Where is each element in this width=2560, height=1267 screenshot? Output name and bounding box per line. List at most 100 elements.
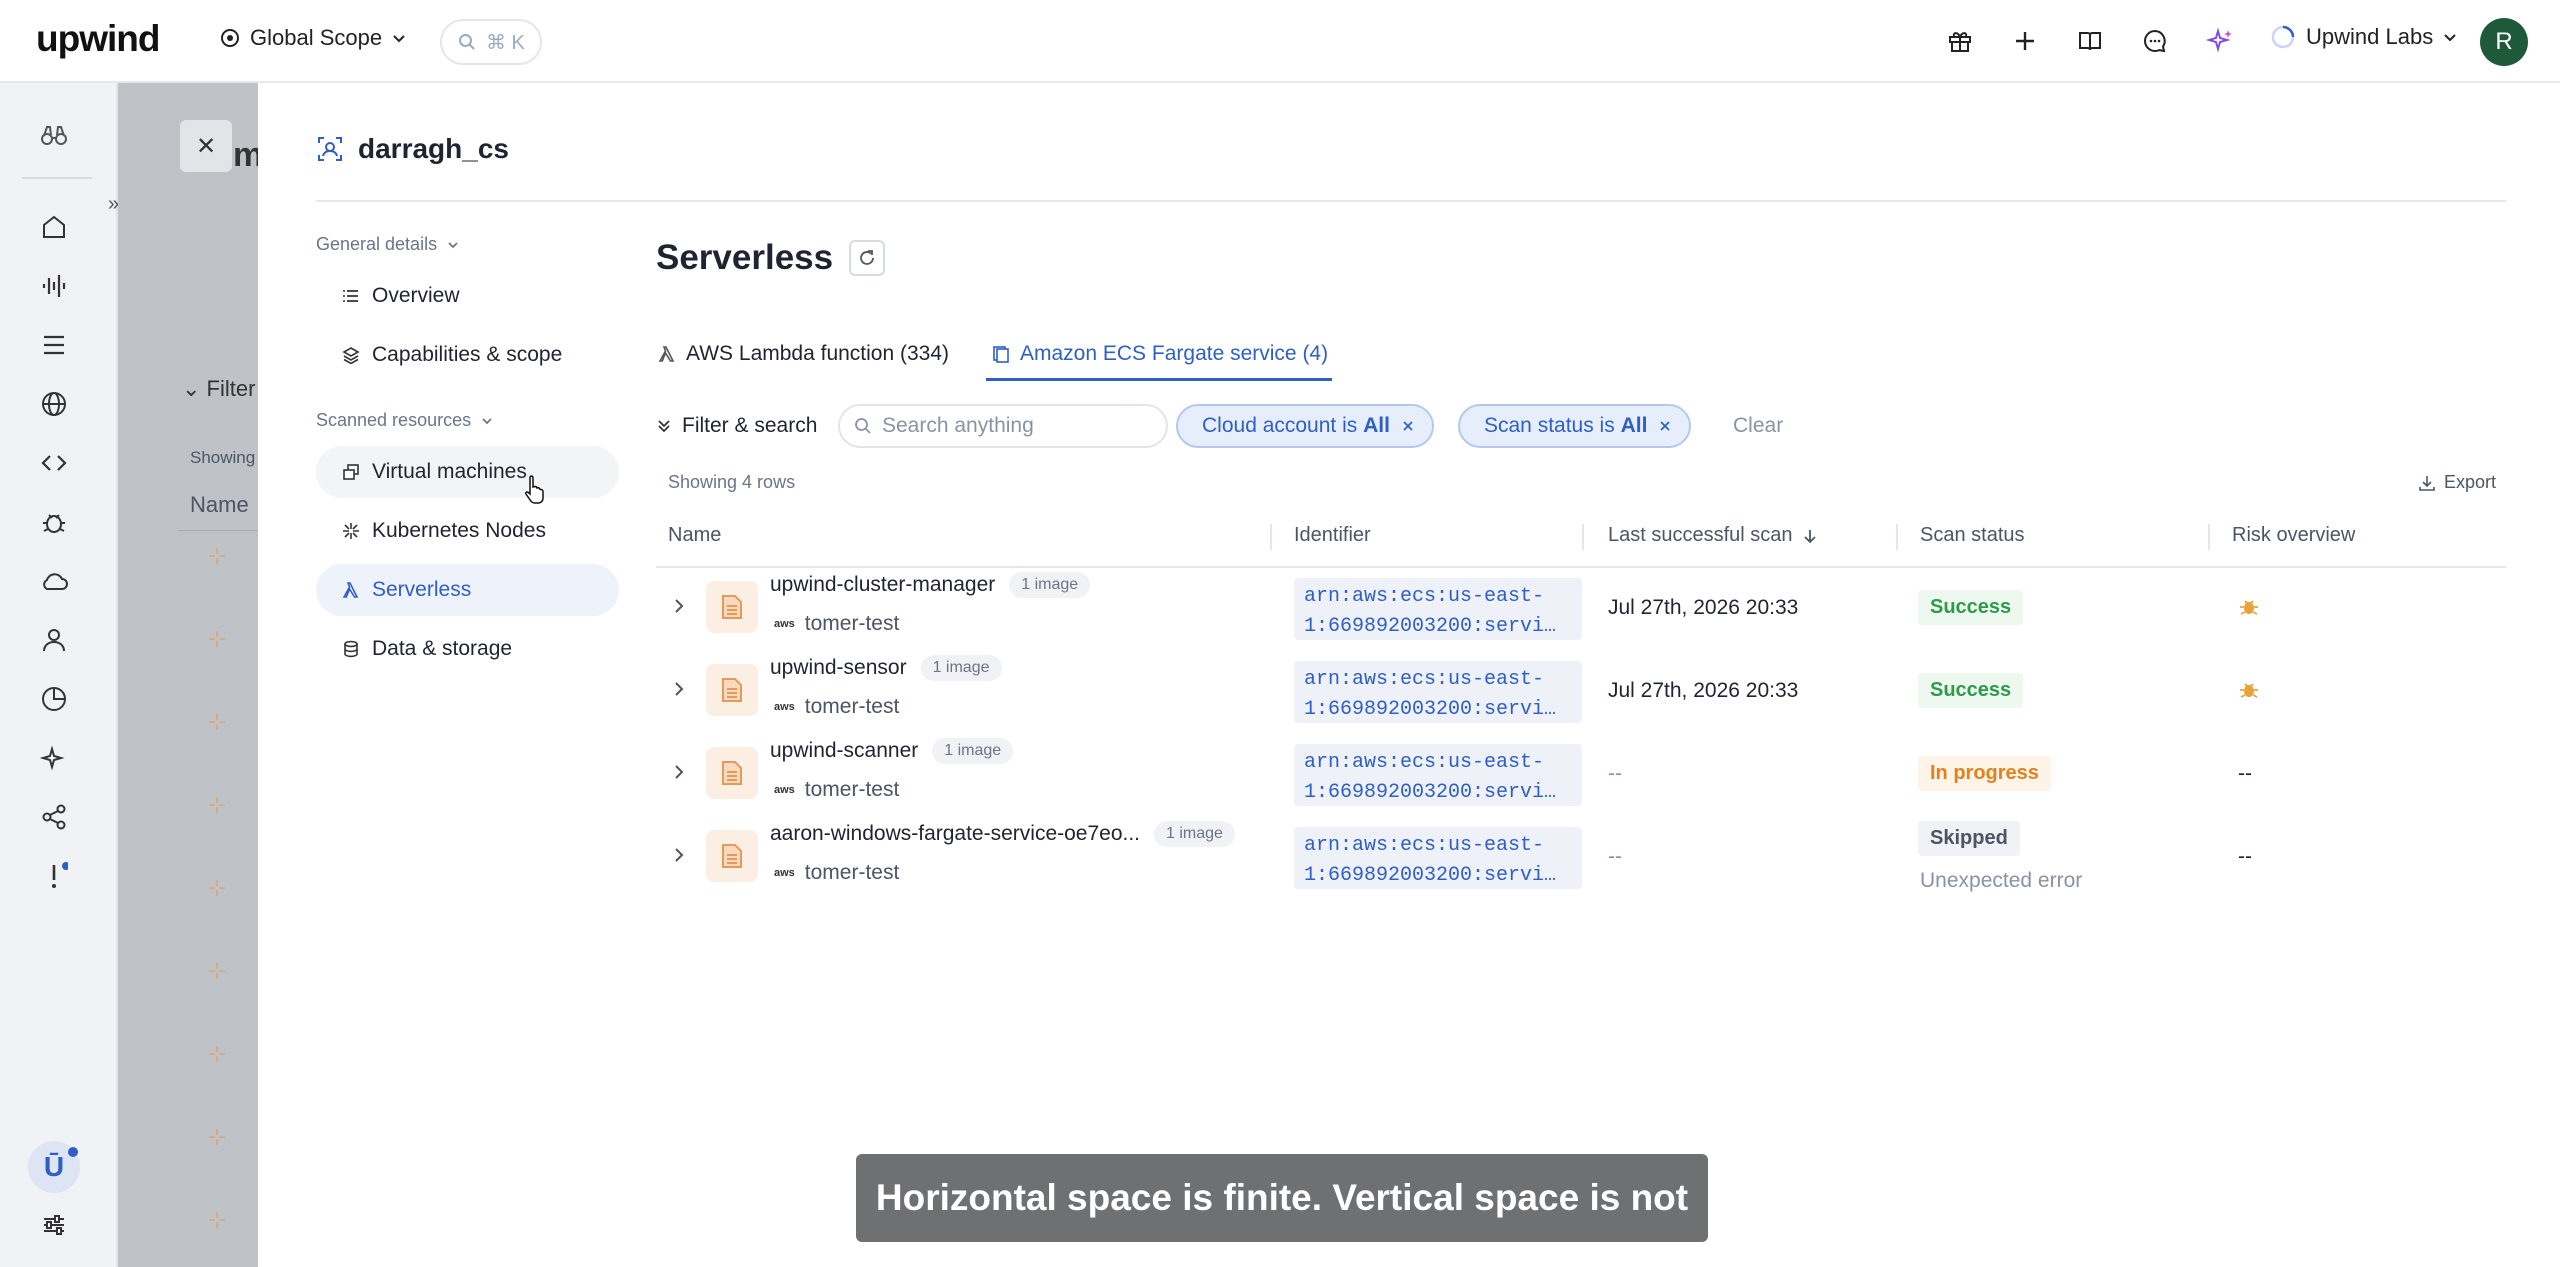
bug-icon[interactable] — [34, 502, 74, 542]
service-name[interactable]: upwind-scanner 1 image — [770, 738, 1014, 764]
background-name-column: Name — [190, 492, 249, 517]
status-badge: Skipped — [1918, 821, 2020, 856]
sort-arrow-down-icon — [1803, 528, 1817, 544]
column-header-label: Last successful scan — [1608, 524, 1793, 546]
column-separator[interactable] — [1582, 524, 1584, 550]
filter-chip-cloud-account[interactable]: Cloud account is All — [1176, 404, 1434, 448]
identifier-cell[interactable]: arn:aws:ecs:us-east- 1:669892003200:servi… — [1294, 578, 1582, 640]
remove-chip-icon[interactable] — [1402, 420, 1414, 432]
chat-icon[interactable] — [2138, 24, 2172, 58]
plus-icon[interactable] — [2008, 24, 2042, 58]
identifier-cell[interactable]: arn:aws:ecs:us-east- 1:669892003200:servi… — [1294, 661, 1582, 723]
cluster-icon: ⊹ — [207, 543, 227, 568]
code-icon[interactable] — [34, 443, 74, 483]
org-selector[interactable]: Upwind Labs — [2270, 24, 2457, 50]
column-separator[interactable] — [1896, 524, 1898, 550]
cloud-icon[interactable] — [34, 561, 74, 601]
refresh-button[interactable] — [849, 240, 886, 276]
identifier-line: 1:669892003200:servi… — [1304, 615, 1557, 638]
pie-chart-icon[interactable] — [34, 679, 74, 719]
fargate-service-icon — [706, 664, 758, 716]
nav-item-virtual-machines[interactable]: Virtual machines — [316, 446, 619, 498]
remove-chip-icon[interactable] — [1659, 420, 1671, 432]
tab-aws-lambda[interactable]: AWS Lambda function (334) — [658, 330, 949, 378]
user-icon[interactable] — [34, 620, 74, 660]
column-separator[interactable] — [2208, 524, 2210, 550]
expand-row-chevron-icon[interactable] — [672, 762, 686, 782]
download-icon — [2418, 474, 2436, 492]
table-row[interactable]: upwind-cluster-manager 1 image aws tomer-t… — [656, 568, 2506, 651]
column-header-scan-status[interactable]: Scan status — [1920, 524, 2025, 547]
expand-row-chevron-icon[interactable] — [672, 679, 686, 699]
refresh-icon — [858, 249, 876, 267]
filter-chip-scan-status[interactable]: Scan status is All — [1458, 404, 1692, 448]
table-row[interactable]: aaron-windows-fargate-service-oe7eo... 1 … — [656, 817, 2506, 900]
risk-bug-icon[interactable] — [2238, 596, 2260, 618]
column-header-name[interactable]: Name — [668, 524, 721, 547]
search-input[interactable]: Search anything — [838, 404, 1168, 448]
column-separator[interactable] — [1270, 524, 1272, 550]
binoculars-icon[interactable] — [34, 115, 74, 155]
cluster-icon: ⊹ — [207, 709, 227, 734]
table-header: Name Identifier Last successful scan Sca… — [656, 512, 2506, 568]
status-badge: Success — [1918, 673, 2024, 708]
nav-section-scanned[interactable]: Scanned resources — [316, 410, 493, 431]
table-row[interactable]: upwind-scanner 1 image aws tomer-test arn:… — [656, 734, 2506, 817]
scope-selector[interactable]: Global Scope — [220, 25, 406, 51]
clear-filters-button[interactable]: Clear — [1733, 414, 1783, 438]
column-header-identifier[interactable]: Identifier — [1294, 524, 1371, 547]
risk-overview-value: -- — [2238, 762, 2252, 785]
nav-section-general-label: General details — [316, 234, 438, 254]
status-badge: Success — [1918, 590, 2024, 625]
tab-ecs-fargate[interactable]: Amazon ECS Fargate service (4) — [992, 330, 1328, 378]
upwind-logo[interactable]: upwind — [36, 18, 160, 60]
expand-row-chevron-icon[interactable] — [672, 596, 686, 616]
identifier-line: arn:aws:ecs:us-east- — [1304, 668, 1545, 691]
service-name[interactable]: aaron-windows-fargate-service-oe7eo... 1 … — [770, 821, 1235, 847]
list-icon[interactable] — [34, 325, 74, 365]
video-caption: Horizontal space is finite. Vertical spa… — [856, 1154, 1708, 1242]
mouse-pointer-icon — [524, 474, 546, 504]
double-chevron-down-icon — [656, 418, 672, 434]
column-header-last-scan[interactable]: Last successful scan — [1608, 524, 1817, 547]
activity-icon[interactable] — [34, 266, 74, 306]
nav-item-label: Serverless — [372, 578, 472, 601]
filter-search-toggle[interactable]: Filter & search — [656, 414, 817, 438]
sparkles-icon[interactable] — [2203, 24, 2237, 58]
service-name[interactable]: upwind-cluster-manager 1 image — [770, 572, 1091, 598]
nav-section-general[interactable]: General details — [316, 234, 459, 255]
close-panel-button[interactable]: ✕ — [180, 120, 232, 172]
column-header-risk[interactable]: Risk overview — [2232, 524, 2355, 547]
identifier-cell[interactable]: arn:aws:ecs:us-east- 1:669892003200:servi… — [1294, 744, 1582, 806]
filter-search-label: Filter & search — [682, 414, 818, 437]
globe-icon[interactable] — [34, 384, 74, 424]
expand-row-chevron-icon[interactable] — [672, 845, 686, 865]
settings-sliders-icon[interactable] — [34, 1205, 74, 1245]
alert-icon[interactable] — [34, 856, 74, 896]
cloud-account: aws tomer-test — [774, 778, 899, 802]
shortcut-label: ⌘ K — [486, 31, 525, 54]
status-detail: Unexpected error — [1920, 869, 2083, 892]
nav-section-scanned-label: Scanned resources — [316, 410, 472, 430]
nav-item-overview[interactable]: Overview — [316, 270, 619, 322]
nav-item-data-storage[interactable]: Data & storage — [316, 623, 619, 675]
nav-item-capabilities[interactable]: Capabilities & scope — [316, 329, 619, 381]
book-icon[interactable] — [2073, 24, 2107, 58]
command-search-button[interactable]: ⌘ K — [440, 19, 542, 65]
user-avatar[interactable]: R — [2480, 18, 2528, 66]
service-name[interactable]: upwind-sensor 1 image — [770, 655, 1002, 681]
fargate-service-icon — [706, 581, 758, 633]
database-icon — [342, 640, 360, 658]
home-icon[interactable] — [34, 207, 74, 247]
gift-icon[interactable] — [1943, 24, 1977, 58]
share-graph-icon[interactable] — [34, 797, 74, 837]
risk-bug-icon[interactable] — [2238, 679, 2260, 701]
title-divider — [316, 200, 2506, 202]
table-row[interactable]: upwind-sensor 1 image aws tomer-test arn:a… — [656, 651, 2506, 734]
sparkle-icon[interactable] — [34, 738, 74, 778]
export-button[interactable]: Export — [2418, 472, 2496, 493]
sidebar-divider — [22, 177, 92, 179]
nav-item-kubernetes-nodes[interactable]: Kubernetes Nodes — [316, 505, 619, 557]
identifier-cell[interactable]: arn:aws:ecs:us-east- 1:669892003200:servi… — [1294, 827, 1582, 889]
nav-item-serverless[interactable]: Serverless — [316, 564, 619, 616]
